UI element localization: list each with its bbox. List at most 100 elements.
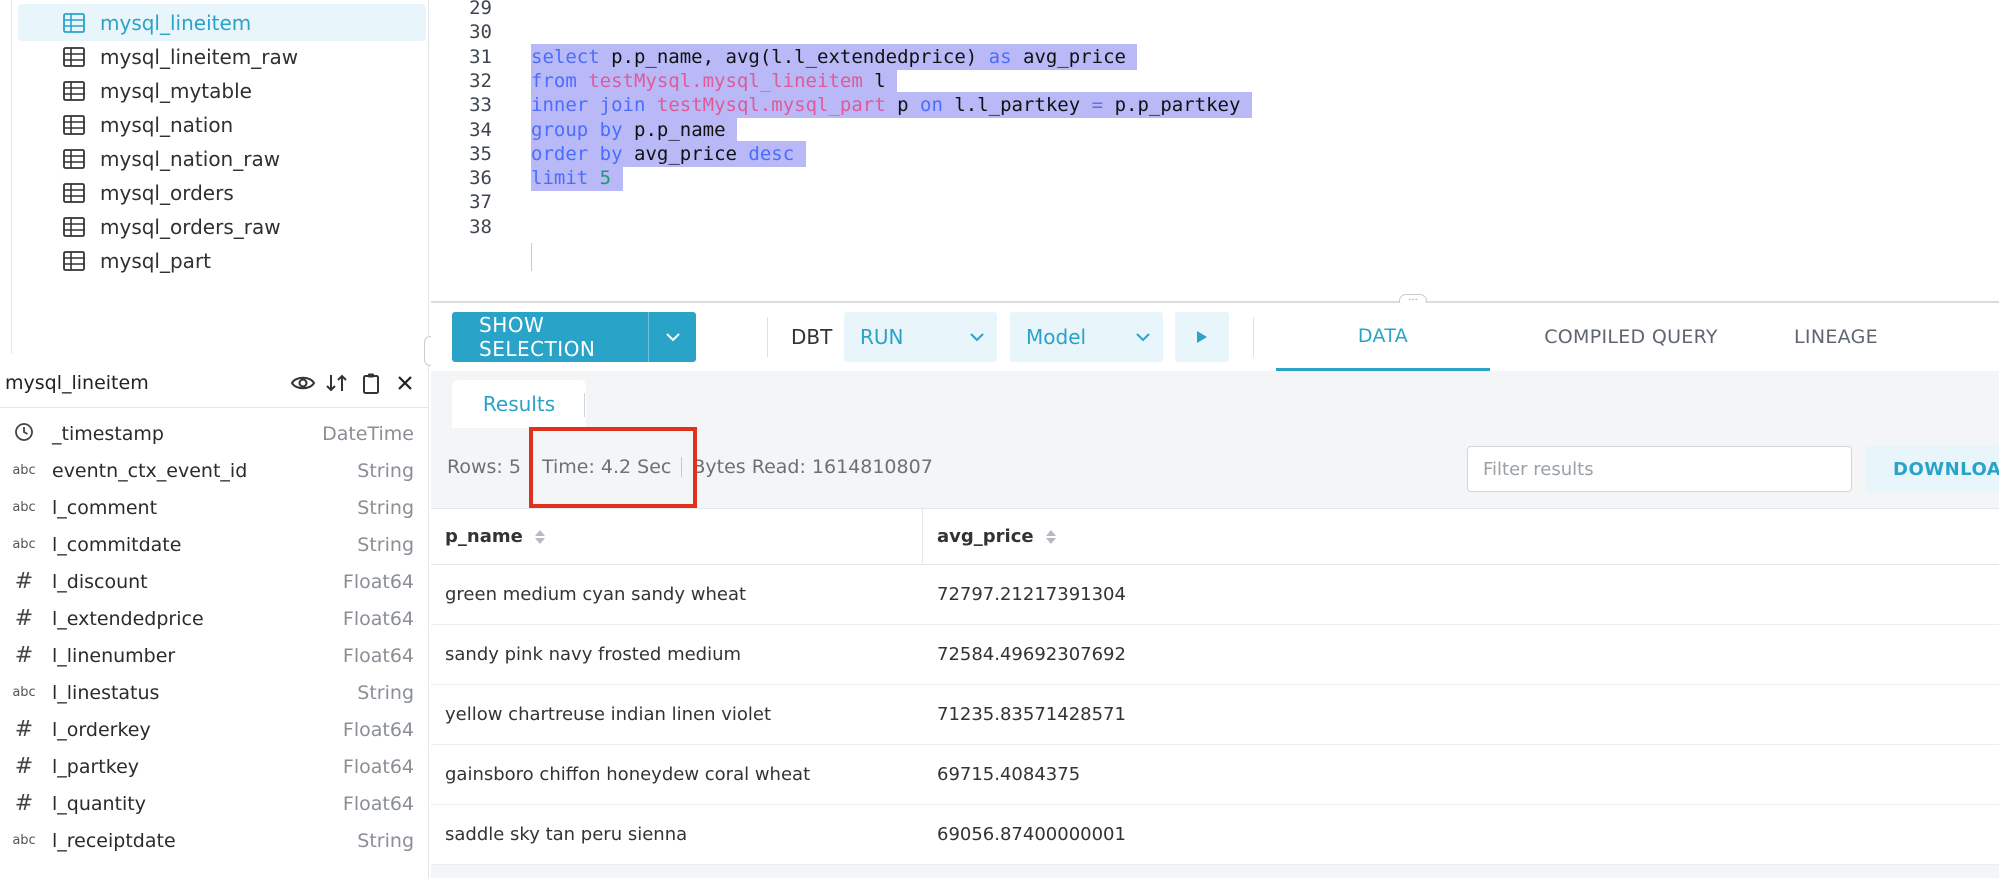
column-row[interactable]: # l_discount Float64 xyxy=(0,563,428,600)
show-selection-button[interactable]: SHOW SELECTION xyxy=(452,312,696,362)
column-row[interactable]: abc l_linestatus String xyxy=(0,674,428,711)
table-tree: mysql_lineitem mysql_lineitem_raw mysql_my… xyxy=(0,0,429,354)
column-name: l_comment xyxy=(52,496,158,519)
code-text: order by avg_price desc xyxy=(531,140,806,167)
column-row[interactable]: abc l_commitdate String xyxy=(0,526,428,563)
tree-item[interactable]: mysql_lineitem_raw xyxy=(18,38,426,75)
column-name: l_orderkey xyxy=(52,718,151,741)
sort-icon[interactable] xyxy=(1045,529,1056,544)
dbt-label: DBT xyxy=(791,325,833,349)
column-name: l_linestatus xyxy=(52,681,160,704)
number-type-icon: # xyxy=(14,643,34,668)
column-type: String xyxy=(357,496,414,519)
sort-icon[interactable] xyxy=(324,370,350,396)
results-tab[interactable]: Results xyxy=(452,380,586,428)
code-text: limit 5 xyxy=(531,165,623,192)
column-header-label: p_name xyxy=(445,526,523,547)
cell-avg-price: 72584.49692307692 xyxy=(937,644,1126,665)
results-table: p_name avg_price green medium cyan sandy… xyxy=(431,508,1999,865)
schema-actions xyxy=(290,370,418,396)
column-type: String xyxy=(357,459,414,482)
column-row[interactable]: abc l_receiptdate String xyxy=(0,822,428,859)
line-number: 33 xyxy=(469,94,492,117)
sql-editor[interactable]: 29 30 31 select p.p_name, avg(l.l_extendedp… xyxy=(431,0,1999,301)
tab-lineage[interactable]: LINEAGE xyxy=(1761,303,1911,371)
column-row[interactable]: # l_linenumber Float64 xyxy=(0,637,428,674)
column-header-p-name[interactable]: p_name xyxy=(431,509,923,564)
column-header-avg-price[interactable]: avg_price xyxy=(923,509,1999,564)
show-selection-label: SHOW SELECTION xyxy=(479,313,596,361)
tree-item[interactable]: mysql_orders xyxy=(18,174,426,211)
tree-item[interactable]: mysql_orders_raw xyxy=(18,208,426,245)
filter-results-input[interactable] xyxy=(1467,446,1852,492)
eye-icon[interactable] xyxy=(290,370,316,396)
chevron-down-icon[interactable] xyxy=(648,312,696,362)
line-number: 34 xyxy=(469,118,492,141)
chevron-down-icon xyxy=(957,332,997,342)
download-button[interactable]: DOWNLOAD xyxy=(1866,446,1999,492)
column-type: Float64 xyxy=(342,607,414,630)
column-row[interactable]: # l_partkey Float64 xyxy=(0,748,428,785)
sort-icon[interactable] xyxy=(534,529,545,544)
column-row[interactable]: # l_extendedprice Float64 xyxy=(0,600,428,637)
code-text: select p.p_name, avg(l.l_extendedprice) … xyxy=(531,43,1138,70)
column-type: Float64 xyxy=(342,792,414,815)
string-type-icon: abc xyxy=(12,500,36,515)
table-row[interactable]: gainsboro chiffon honeydew coral wheat 69… xyxy=(431,745,1999,805)
tree-item-label: mysql_orders_raw xyxy=(100,214,281,239)
play-button[interactable] xyxy=(1175,312,1229,362)
tab-data[interactable]: DATA xyxy=(1276,303,1490,371)
table-icon xyxy=(63,148,85,169)
bytes-read-stat: Bytes Read: 1614810807 xyxy=(692,456,933,478)
tab-compiled-query[interactable]: COMPILED QUERY xyxy=(1506,303,1756,371)
table-row[interactable]: yellow chartreuse indian linen violet 712… xyxy=(431,685,1999,745)
column-name: l_receiptdate xyxy=(52,829,176,852)
string-type-icon: abc xyxy=(12,833,36,848)
query-toolbar: SHOW SELECTION DBT RUN Model DATA COMPIL… xyxy=(431,303,1999,371)
number-type-icon: # xyxy=(14,717,34,742)
table-body: green medium cyan sandy wheat 72797.21217… xyxy=(431,565,1999,865)
number-type-icon: # xyxy=(14,569,34,594)
tree-item[interactable]: mysql_lineitem xyxy=(18,4,426,41)
cell-avg-price: 72797.21217391304 xyxy=(937,584,1126,605)
line-number: 31 xyxy=(469,45,492,68)
code-text: from testMysql.mysql_lineitem l xyxy=(531,67,898,94)
column-name: l_partkey xyxy=(52,755,140,778)
column-row[interactable]: # l_orderkey Float64 xyxy=(0,711,428,748)
cell-avg-price: 69715.4084375 xyxy=(937,764,1081,785)
column-row[interactable]: # l_quantity Float64 xyxy=(0,785,428,822)
close-icon[interactable] xyxy=(392,370,418,396)
table-row[interactable]: sandy pink navy frosted medium 72584.4969… xyxy=(431,625,1999,685)
line-number: 29 xyxy=(469,0,492,19)
column-row[interactable]: _timestamp DateTime xyxy=(0,415,428,452)
line-number: 32 xyxy=(469,69,492,92)
stat-separator xyxy=(530,457,532,477)
tree-item[interactable]: mysql_mytable xyxy=(18,72,426,109)
clipboard-icon[interactable] xyxy=(358,370,384,396)
tree-item[interactable]: mysql_part xyxy=(18,242,426,279)
run-select-label: RUN xyxy=(860,325,904,349)
table-row[interactable]: saddle sky tan peru sienna 69056.87400000… xyxy=(431,805,1999,865)
tree-guide-line xyxy=(11,0,12,354)
line-number: 37 xyxy=(469,191,492,214)
column-list: _timestamp DateTime abc eventn_ctx_event_id… xyxy=(0,408,428,859)
column-row[interactable]: abc l_comment String xyxy=(0,489,428,526)
tree-item[interactable]: mysql_nation_raw xyxy=(18,140,426,177)
model-select[interactable]: Model xyxy=(1010,312,1163,362)
tree-item-label: mysql_orders xyxy=(100,180,234,205)
column-name: l_commitdate xyxy=(52,533,182,556)
column-row[interactable]: abc eventn_ctx_event_id String xyxy=(0,452,428,489)
schema-title: mysql_lineitem xyxy=(5,371,149,394)
cell-p-name: saddle sky tan peru sienna xyxy=(445,824,688,845)
column-name: l_discount xyxy=(52,570,148,593)
run-select[interactable]: RUN xyxy=(844,312,997,362)
query-stats: Rows: 5 Time: 4.2 Sec Bytes Read: 161481… xyxy=(447,456,933,478)
model-select-label: Model xyxy=(1026,325,1087,349)
results-area: Results Rows: 5 Time: 4.2 Sec Bytes Read… xyxy=(431,371,1999,878)
table-row[interactable]: green medium cyan sandy wheat 72797.21217… xyxy=(431,565,1999,625)
table-header: p_name avg_price xyxy=(431,508,1999,565)
column-type: String xyxy=(357,533,414,556)
column-type: String xyxy=(357,681,414,704)
cell-p-name: yellow chartreuse indian linen violet xyxy=(445,704,772,725)
tree-item[interactable]: mysql_nation xyxy=(18,106,426,143)
